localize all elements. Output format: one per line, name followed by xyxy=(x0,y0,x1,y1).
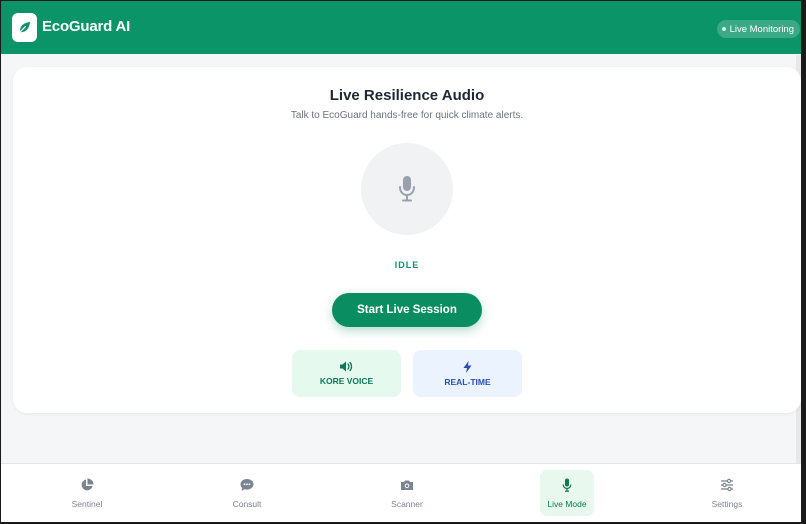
mic-button[interactable] xyxy=(361,143,453,235)
start-live-session-button[interactable]: Start Live Session xyxy=(332,293,482,327)
camera-icon xyxy=(400,478,414,492)
feature-label: REAL-TIME xyxy=(444,376,491,387)
bottom-navigation: Sentinel Consult Scanner Live Mode Setti… xyxy=(1,463,801,522)
live-monitoring-badge: Live Monitoring xyxy=(716,20,800,38)
nav-label: Live Mode xyxy=(547,498,587,509)
logo xyxy=(12,13,37,42)
feature-real-time: REAL-TIME xyxy=(413,350,522,397)
nav-label: Settings xyxy=(711,498,743,509)
live-audio-card: Live Resilience Audio Talk to EcoGuard h… xyxy=(13,67,801,413)
status-dot-icon xyxy=(721,27,726,31)
nav-label: Scanner xyxy=(391,498,423,509)
top-header: EcoGuard AI Live Monitoring xyxy=(1,1,801,54)
chat-bubble-icon xyxy=(240,478,254,492)
nav-item-sentinel[interactable]: Sentinel xyxy=(60,470,114,516)
page-subtitle: Talk to EcoGuard hands-free for quick cl… xyxy=(290,110,524,121)
lightning-icon xyxy=(463,360,472,373)
speaker-icon xyxy=(340,361,353,372)
status-label: Live Monitoring xyxy=(729,23,794,35)
sliders-icon xyxy=(720,478,734,492)
feature-label: KORE VOICE xyxy=(319,376,374,386)
pie-chart-icon xyxy=(80,478,94,492)
feature-kore-voice: KORE VOICE xyxy=(292,350,401,397)
nav-item-settings[interactable]: Settings xyxy=(700,470,754,516)
app-title: EcoGuard AI xyxy=(42,18,131,35)
nav-item-consult[interactable]: Consult xyxy=(220,470,274,516)
nav-item-live-mode[interactable]: Live Mode xyxy=(540,470,594,516)
leaf-icon xyxy=(18,21,31,34)
microphone-icon xyxy=(399,176,415,202)
microphone-icon xyxy=(560,478,574,492)
session-state: IDLE xyxy=(394,260,420,270)
nav-label: Consult xyxy=(232,498,262,509)
app-window: EcoGuard AI Live Monitoring Live Resilie… xyxy=(1,1,801,522)
page-title: Live Resilience Audio xyxy=(329,87,485,104)
nav-item-scanner[interactable]: Scanner xyxy=(380,470,434,516)
nav-label: Sentinel xyxy=(71,498,103,509)
